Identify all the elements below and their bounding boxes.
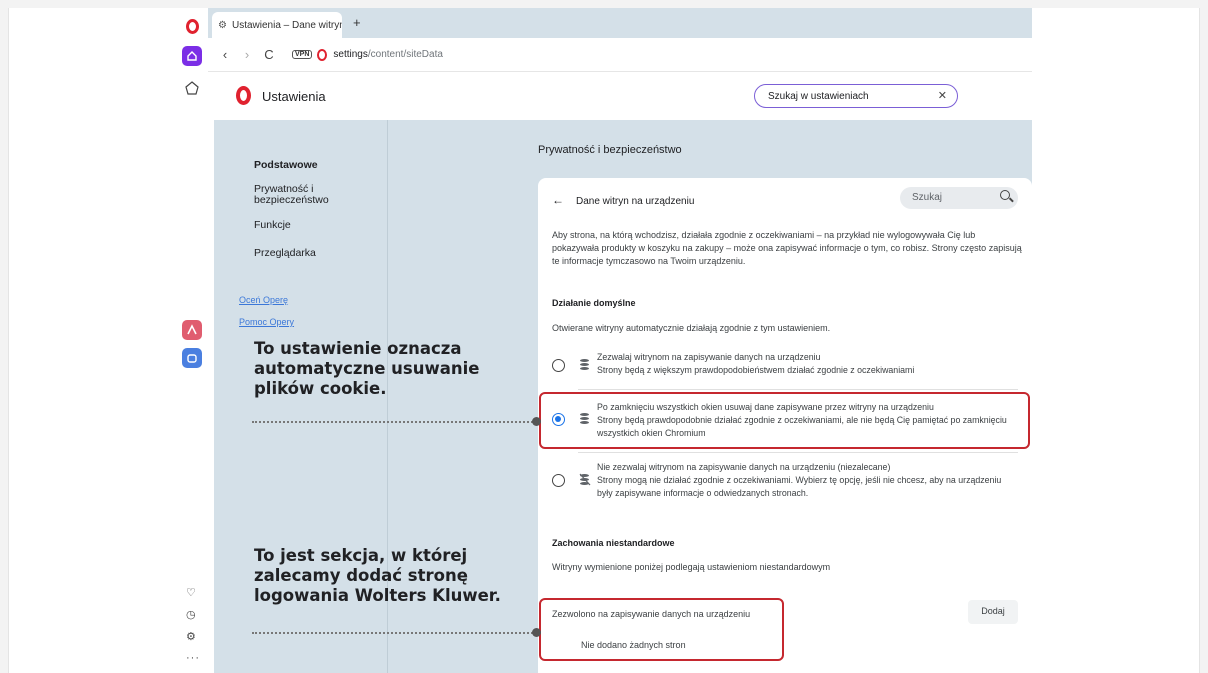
tab-strip: ⚙ Ustawienia – Dane witryn + (208, 8, 1032, 38)
default-behavior-sub: Otwierane witryny automatycznie działają… (552, 323, 831, 333)
database-icon (580, 359, 589, 370)
clear-search-icon[interactable]: ✕ (938, 89, 947, 102)
radio-allow[interactable] (552, 359, 565, 372)
option-block-desc: Strony mogą nie działać zgodnie z oczeki… (597, 474, 1002, 498)
option-allow-title: Zezwalaj witrynom na zapisywanie danych … (597, 352, 821, 362)
opera-address-icon (317, 48, 328, 61)
nav-item-browser[interactable]: Przeglądarka (254, 247, 316, 259)
settings-title: Ustawienia (262, 89, 326, 104)
card-header: ← Dane witryn na urządzeniu (552, 193, 694, 207)
address-toolbar: ‹ › C VPN settings/content/siteData (208, 38, 1032, 72)
annotation-cookie-deletion: To ustawienie oznacza automatyczne usuwa… (254, 339, 480, 399)
highlight-box-allowed (539, 598, 784, 661)
option-allow[interactable]: Zezwalaj witrynom na zapisywanie danych … (552, 350, 1022, 386)
url-path: /content/siteData (367, 49, 443, 60)
settings-gear-icon[interactable]: ⚙ (186, 630, 196, 643)
back-icon[interactable]: ‹ (214, 47, 236, 62)
speed-dial-icon[interactable] (182, 78, 202, 98)
address-bar[interactable]: settings/content/siteData (333, 49, 443, 60)
rate-opera-link[interactable]: Oceń Operę (239, 295, 288, 305)
heart-icon[interactable]: ♡ (186, 586, 196, 599)
card-search-placeholder: Szukaj (912, 192, 943, 203)
nav-item-basic[interactable]: Podstawowe (254, 159, 318, 171)
custom-behavior-sub: Witryny wymienione poniżej podlegają ust… (552, 562, 831, 572)
add-site-button[interactable]: Dodaj (968, 600, 1018, 624)
tab-settings[interactable]: ⚙ Ustawienia – Dane witryn (212, 12, 342, 38)
divider (578, 389, 1018, 390)
opera-help-link[interactable]: Pomoc Opery (239, 317, 294, 327)
nav-item-features[interactable]: Funkcje (254, 219, 291, 231)
new-tab-button[interactable]: + (353, 15, 361, 30)
annotation-leader-dot (532, 417, 541, 426)
history-icon[interactable]: ◷ (186, 608, 196, 621)
option-block-title: Nie zezwalaj witrynom na zapisywanie dan… (597, 462, 891, 472)
more-icon[interactable]: ··· (186, 652, 200, 664)
search-icon (1000, 190, 1010, 200)
forward-icon[interactable]: › (236, 47, 258, 62)
annotation-leader-line (252, 632, 537, 634)
database-off-icon (579, 473, 591, 486)
annotation-leader-dot (532, 628, 541, 637)
annotation-add-login-page: To jest sekcja, w której zalecamy dodać … (254, 546, 501, 606)
opera-sidebar (176, 8, 208, 673)
section-title: Prywatność i bezpieczeństwo (538, 144, 682, 156)
annotation-leader-line (252, 421, 537, 423)
divider (578, 452, 1018, 453)
gear-icon: ⚙ (218, 19, 227, 31)
search-value: Szukaj w ustawieniach (768, 90, 869, 102)
custom-behavior-heading: Zachowania niestandardowe (552, 538, 675, 548)
highlight-box-option (539, 392, 1030, 449)
reload-icon[interactable]: C (258, 47, 280, 62)
url-host: settings (333, 49, 368, 60)
nav-item-privacy[interactable]: Prywatność i bezpieczeństwo (254, 183, 350, 206)
option-block[interactable]: Nie zezwalaj witrynom na zapisywanie dan… (552, 460, 1022, 512)
settings-search-input[interactable]: Szukaj w ustawieniach ✕ (754, 84, 958, 108)
music-app-icon[interactable] (182, 348, 202, 368)
back-arrow-icon[interactable]: ← (552, 193, 564, 207)
radio-block[interactable] (552, 474, 565, 487)
default-behavior-heading: Działanie domyślne (552, 298, 636, 308)
tab-title: Ustawienia – Dane witryn (231, 19, 342, 31)
card-description: Aby strona, na którą wchodzisz, działała… (552, 230, 1022, 267)
vpn-badge[interactable]: VPN (292, 50, 313, 59)
app-icon[interactable] (182, 320, 202, 340)
card-search-input[interactable]: Szukaj (900, 187, 1018, 209)
home-icon[interactable] (182, 46, 202, 66)
opera-logo-icon[interactable] (182, 16, 202, 36)
option-allow-desc: Strony będą z większym prawdopodobieństw… (597, 364, 915, 375)
card-title: Dane witryn na urządzeniu (576, 196, 695, 207)
settings-header: Ustawienia Szukaj w ustawieniach ✕ (214, 72, 1032, 120)
opera-logo-icon (236, 86, 251, 105)
